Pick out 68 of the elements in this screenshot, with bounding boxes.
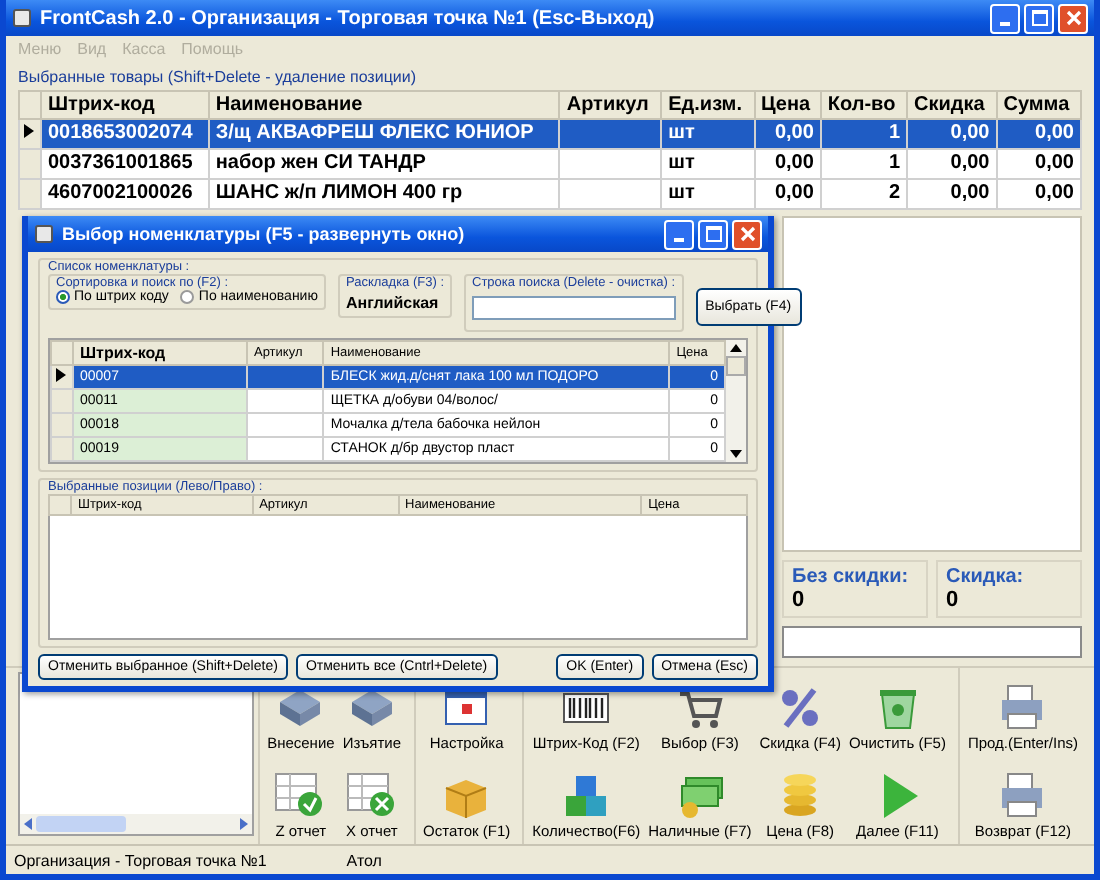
layout-value: Английская [345,292,441,312]
table-cell: 4607002100026 [41,179,209,209]
column-header: Артикул [559,91,662,119]
total-label: Без скидки: [792,566,911,588]
minimize-button[interactable] [664,219,694,249]
search-field[interactable] [472,295,676,319]
scrollbar-thumb[interactable] [726,356,746,376]
radio-button[interactable] [56,290,70,304]
row-pointer-icon [56,367,66,381]
input-field[interactable] [782,626,1082,658]
report-icon [274,770,327,822]
table-cell: 1 [820,119,908,149]
row-pointer-icon [24,124,34,138]
right-arrow-icon[interactable] [235,816,252,832]
close-button[interactable] [1058,3,1088,33]
app-icon [12,8,32,28]
section-caption: Выбранные товары (Shift+Delete - удаление позиции) [18,66,418,90]
table-cell: шт [661,119,754,149]
scrollbar[interactable] [20,814,252,834]
scrollbar[interactable] [726,340,746,462]
down-arrow-icon[interactable] [728,446,744,462]
app-icon [34,224,54,244]
minimize-button[interactable] [990,3,1020,33]
dialog-title: Выбор номенклатуры (F5 - развернуть окно) [62,224,467,244]
table-cell: набор жен СИ ТАНДР [208,149,560,179]
column-header: Наименование [208,91,560,119]
table-cell: 1 [820,149,908,179]
table-cell: 0037361001865 [41,149,209,179]
status-text: Организация - Торговая точка №1 [14,851,267,869]
table-cell: 0,00 [754,179,821,209]
table-cell: 0,00 [907,119,997,149]
table-cell: 0,00 [754,119,821,149]
table-cell: 0,00 [996,119,1081,149]
window-title: FrontCash 2.0 - Организация - Торговая точка №1 (Esc-Выход) [40,7,657,29]
radio-button[interactable] [180,290,195,304]
table-cell: шт [661,149,754,179]
left-arrow-icon[interactable] [20,816,36,832]
total-value: 0 [946,588,961,612]
table-cell: 0,00 [996,149,1081,179]
maximize-button[interactable] [698,219,728,249]
status-text: Атол [346,851,382,869]
maximize-icon [705,226,721,242]
close-icon [1065,10,1081,26]
column-header: Цена [754,91,821,119]
table-cell: ШАНС ж/п ЛИМОН 400 гр [208,179,560,209]
maximize-icon [1031,10,1047,26]
table-cell: 2 [820,179,908,209]
column-header: Штрих-код [73,341,247,365]
column-header: Кол-во [820,91,908,119]
total-label: Скидка: [946,566,1026,588]
column-header: Сумма [996,91,1081,119]
table-cell: 0018653002074 [41,119,209,149]
column-header: Скидка [907,91,997,119]
close-button[interactable] [732,219,762,249]
total-value: 0 [792,588,807,612]
table-cell: З/щ АКВАФРЕШ ФЛЕКС ЮНИОР [208,119,560,149]
maximize-button[interactable] [1024,3,1054,33]
table-cell: 0,00 [996,179,1081,209]
column-header: Ед.изм. [661,91,754,119]
table-cell: 0,00 [754,149,821,179]
scrollbar-thumb[interactable] [36,816,126,832]
report-icon [345,770,398,822]
up-arrow-icon[interactable] [728,340,744,356]
column-header: Штрих-код [41,91,209,119]
table-cell: шт [661,179,754,209]
table-cell: 0,00 [907,149,997,179]
table-cell: 0,00 [907,179,997,209]
close-icon [739,226,755,242]
